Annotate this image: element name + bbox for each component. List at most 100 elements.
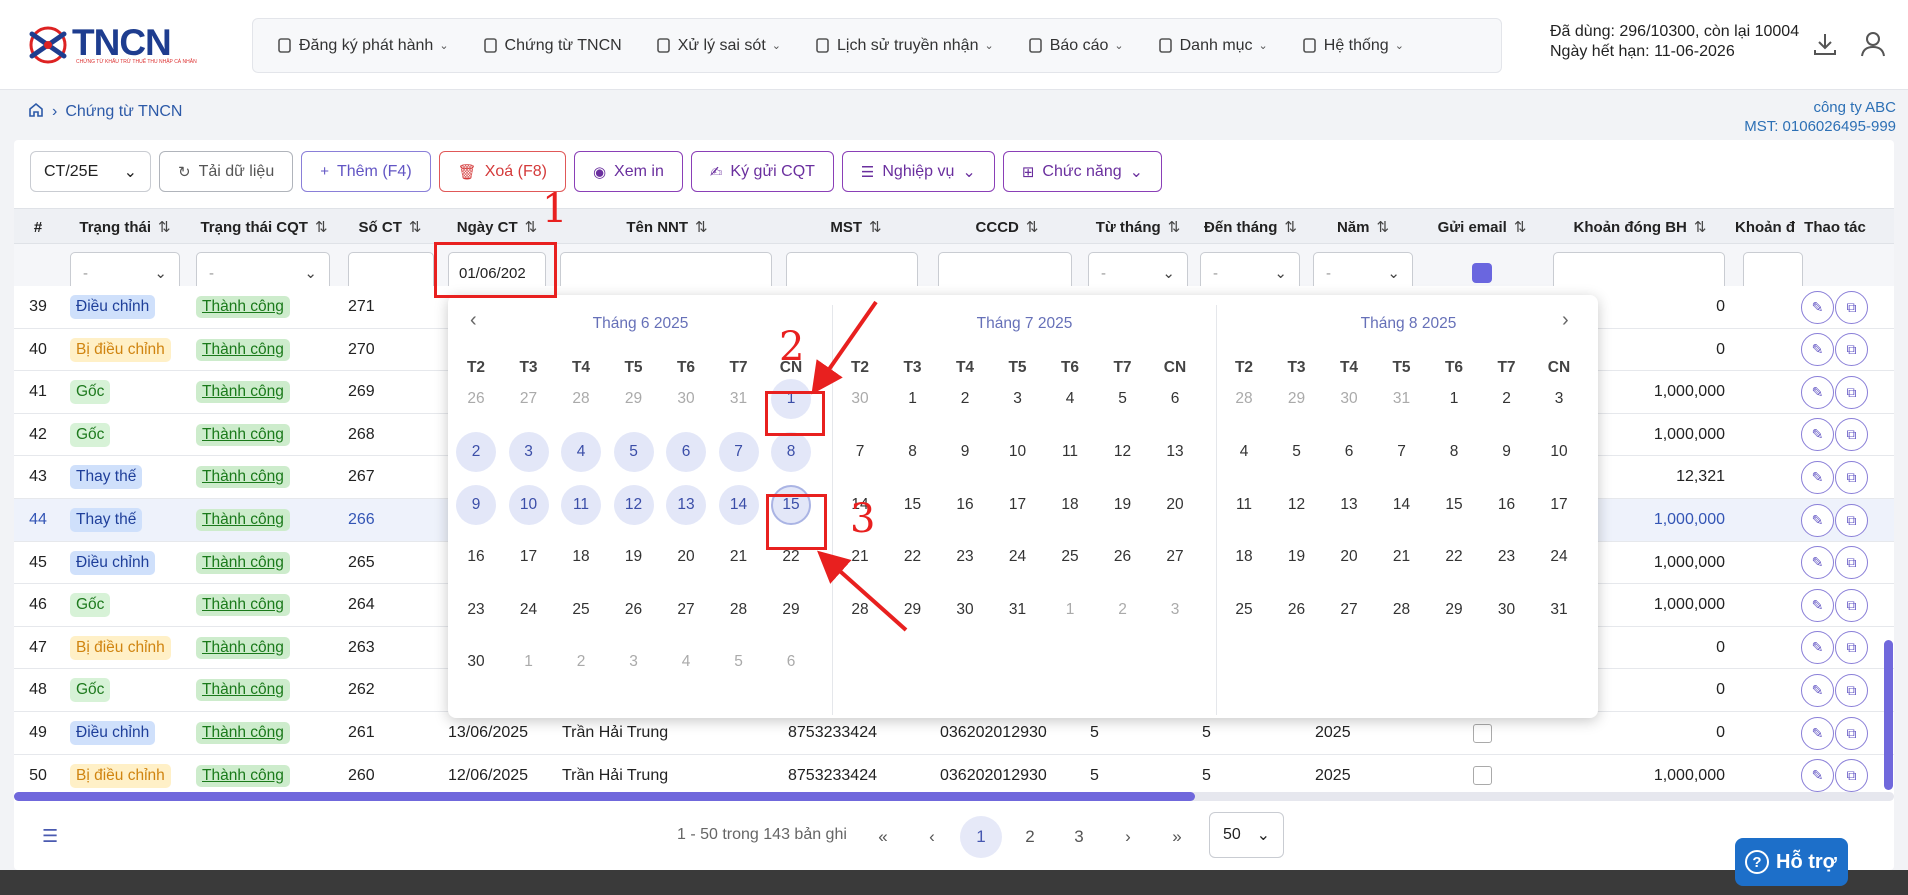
- calendar-day[interactable]: 1: [509, 642, 549, 682]
- column-header[interactable]: Tên NNT ⇅: [554, 209, 780, 245]
- calendar-day[interactable]: 29: [771, 590, 811, 630]
- calendar-day[interactable]: 30: [666, 379, 706, 419]
- calendar-day[interactable]: 27: [1155, 537, 1195, 577]
- edit-icon[interactable]: ✎: [1801, 290, 1834, 324]
- calendar-day[interactable]: 7: [840, 432, 880, 472]
- calendar-day[interactable]: 14: [1382, 485, 1422, 525]
- calendar-day[interactable]: 5: [613, 432, 654, 472]
- calendar-day[interactable]: 5: [1277, 432, 1317, 472]
- calendar-day[interactable]: 25: [1224, 590, 1264, 630]
- list-menu-icon[interactable]: ☰: [42, 826, 58, 847]
- calendar-day[interactable]: 29: [1277, 379, 1317, 419]
- cqt-status-link[interactable]: Thành công: [196, 296, 290, 318]
- edit-icon[interactable]: ✎: [1801, 503, 1834, 537]
- calendar-day[interactable]: 22: [1434, 537, 1474, 577]
- calendar-day[interactable]: 23: [945, 537, 985, 577]
- brand-logo[interactable]: TNCN CHỨNG TỪ KHẤU TRỪ THUẾ THU NHẬP CÁ …: [26, 22, 197, 66]
- copy-icon[interactable]: ⧉: [1835, 460, 1868, 494]
- edit-icon[interactable]: ✎: [1801, 375, 1834, 409]
- calendar-day[interactable]: 16: [456, 537, 496, 577]
- calendar-day[interactable]: 27: [666, 590, 706, 630]
- calendar-day[interactable]: 27: [509, 379, 549, 419]
- calendar-day[interactable]: 2: [945, 379, 985, 419]
- column-header[interactable]: Trạng thái CQT ⇅: [188, 209, 340, 245]
- sort-icon[interactable]: ⇅: [1284, 218, 1297, 236]
- nav-item[interactable]: Hệ thống ⌄: [1302, 37, 1404, 55]
- calendar-day[interactable]: 26: [456, 379, 496, 419]
- calendar-day[interactable]: 13: [666, 485, 706, 525]
- email-filter-checkbox[interactable]: [1472, 263, 1492, 283]
- vertical-scrollbar-thumb[interactable]: [1884, 640, 1893, 790]
- calendar-day[interactable]: 16: [945, 485, 985, 525]
- calendar-day[interactable]: 30: [456, 642, 496, 682]
- cqt-status-link[interactable]: Thành công: [196, 594, 290, 617]
- last-page-button[interactable]: »: [1156, 816, 1198, 858]
- edit-icon[interactable]: ✎: [1801, 588, 1834, 622]
- column-header[interactable]: Năm ⇅: [1307, 209, 1419, 245]
- copy-icon[interactable]: ⧉: [1835, 375, 1868, 409]
- column-header[interactable]: #: [14, 209, 62, 245]
- calendar-day[interactable]: 17: [1539, 485, 1579, 525]
- calendar-day[interactable]: 1: [893, 379, 933, 419]
- calendar-day[interactable]: 2: [1103, 590, 1143, 630]
- calendar-day[interactable]: 24: [1539, 537, 1579, 577]
- calendar-day[interactable]: 6: [666, 432, 706, 472]
- calendar-day[interactable]: 2: [456, 432, 496, 472]
- template-select[interactable]: CT/25E ⌄: [30, 151, 151, 192]
- column-header[interactable]: Đến tháng ⇅: [1194, 209, 1307, 245]
- calendar-day[interactable]: 7: [718, 432, 759, 472]
- functions-button[interactable]: ⊞ Chức năng ⌄: [1002, 151, 1163, 192]
- nav-item[interactable]: Chứng từ TNCN: [483, 37, 622, 55]
- calendar-day[interactable]: 23: [456, 590, 496, 630]
- page-1-button[interactable]: 1: [960, 816, 1002, 858]
- calendar-day[interactable]: 6: [1329, 432, 1369, 472]
- column-header[interactable]: Khoản đ: [1735, 209, 1795, 245]
- calendar-day[interactable]: 4: [666, 642, 706, 682]
- calendar-day[interactable]: 8: [771, 432, 811, 472]
- calendar-day[interactable]: 13: [1155, 432, 1195, 472]
- cqt-status-link[interactable]: Thành công: [196, 466, 290, 489]
- calendar-day[interactable]: 28: [840, 590, 880, 630]
- calendar-day[interactable]: 21: [719, 537, 759, 577]
- print-preview-button[interactable]: ◉ Xem in: [573, 151, 683, 192]
- next-month-icon[interactable]: ›: [1562, 309, 1569, 332]
- cqt-status-link[interactable]: Thành công: [196, 509, 290, 531]
- cqt-status-link[interactable]: Thành công: [196, 381, 290, 404]
- column-header[interactable]: MST ⇅: [780, 209, 932, 245]
- calendar-day[interactable]: 8: [1434, 432, 1474, 472]
- calendar-day[interactable]: 18: [1224, 537, 1264, 577]
- horizontal-scrollbar-thumb[interactable]: [14, 792, 1195, 801]
- calendar-day[interactable]: 30: [1487, 590, 1527, 630]
- calendar-day[interactable]: 20: [666, 537, 706, 577]
- calendar-day[interactable]: 25: [1050, 537, 1090, 577]
- sort-icon[interactable]: ⇅: [1026, 218, 1039, 236]
- copy-icon[interactable]: ⧉: [1835, 418, 1868, 452]
- copy-icon[interactable]: ⧉: [1835, 546, 1868, 580]
- calendar-day[interactable]: 28: [1224, 379, 1264, 419]
- calendar-day[interactable]: 16: [1487, 485, 1527, 525]
- calendar-day[interactable]: 21: [1382, 537, 1422, 577]
- sort-icon[interactable]: ⇅: [1376, 218, 1389, 236]
- calendar-day[interactable]: 11: [561, 485, 601, 525]
- calendar-day[interactable]: 2: [561, 642, 601, 682]
- cqt-status-link[interactable]: Thành công: [196, 338, 290, 361]
- column-header[interactable]: Trạng thái ⇅: [62, 209, 188, 245]
- page-size-select[interactable]: 50 ⌄: [1209, 812, 1284, 858]
- calendar-day[interactable]: 1: [1434, 379, 1474, 419]
- column-header[interactable]: Gửi email ⇅: [1419, 209, 1545, 245]
- calendar-day[interactable]: 28: [1382, 590, 1422, 630]
- table-row[interactable]: 50 Bị điều chỉnh Thành công 260 12/06/2025 Tr…: [14, 754, 1894, 798]
- calendar-day[interactable]: 27: [1329, 590, 1369, 630]
- sort-icon[interactable]: ⇅: [1168, 218, 1181, 236]
- cqt-status-link[interactable]: Thành công: [196, 423, 290, 446]
- column-header[interactable]: Số CT ⇅: [340, 209, 440, 245]
- nav-item[interactable]: Lịch sử truyền nhận ⌄: [815, 37, 994, 55]
- sort-icon[interactable]: ⇅: [409, 218, 422, 236]
- calendar-day[interactable]: 10: [508, 485, 549, 525]
- page-3-button[interactable]: 3: [1058, 816, 1100, 858]
- calendar-day[interactable]: 3: [614, 642, 654, 682]
- calendar-day[interactable]: 4: [1050, 379, 1090, 419]
- copy-icon[interactable]: ⧉: [1835, 759, 1868, 793]
- calendar-day[interactable]: 26: [1103, 537, 1143, 577]
- sort-icon[interactable]: ⇅: [1514, 218, 1527, 236]
